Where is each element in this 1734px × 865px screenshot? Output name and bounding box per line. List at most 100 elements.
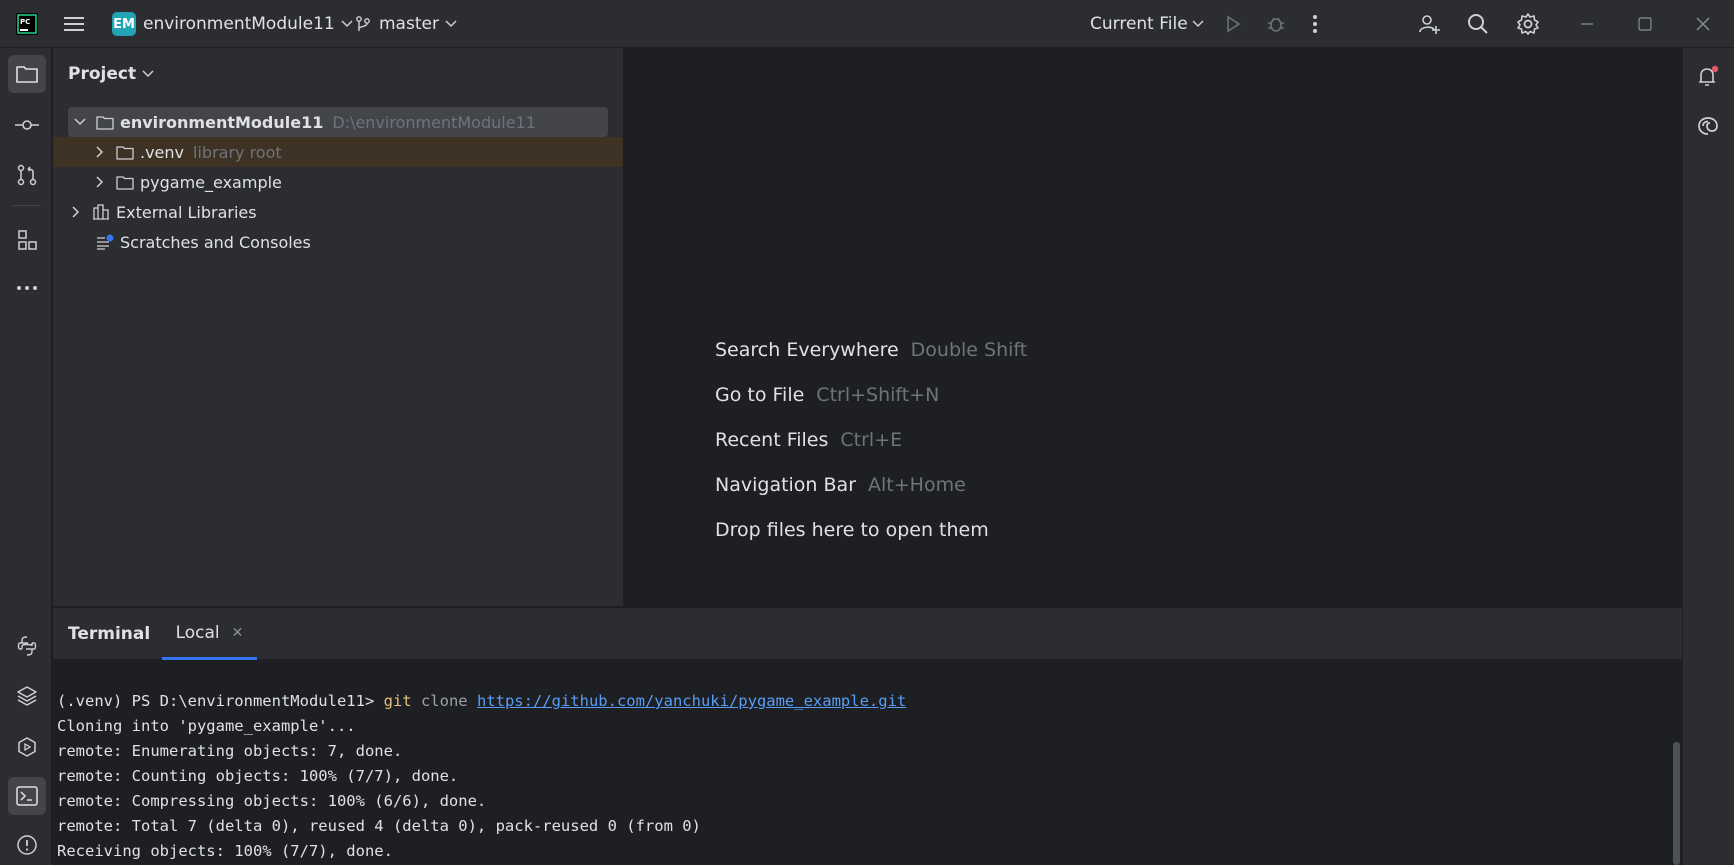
terminal-output-line: remote: Enumerating objects: 7, done. xyxy=(57,742,403,760)
hint-label: Search Everywhere xyxy=(715,339,899,361)
right-tool-rail xyxy=(1682,48,1734,865)
hint-shortcut: Alt+Home xyxy=(868,474,966,496)
problems-icon xyxy=(16,834,38,856)
terminal-tab-label: Local xyxy=(175,622,220,643)
left-tool-rail xyxy=(0,48,52,865)
python-packages-tool-button[interactable] xyxy=(8,677,46,715)
scratches-icon xyxy=(96,234,114,250)
git-branch-icon xyxy=(355,15,371,33)
hint-drop-files: Drop files here to open them xyxy=(715,519,989,541)
close-tab-icon[interactable]: ✕ xyxy=(232,625,244,641)
run-config-selector[interactable]: Current File xyxy=(1090,0,1204,48)
commit-tool-button[interactable] xyxy=(8,106,46,144)
more-horizontal-icon xyxy=(16,285,38,291)
chevron-right-icon[interactable] xyxy=(96,176,104,188)
project-tool-button[interactable] xyxy=(8,55,46,93)
more-actions-icon[interactable] xyxy=(1312,0,1318,48)
terminal-command: git xyxy=(383,692,412,710)
more-tools-button[interactable] xyxy=(8,269,46,307)
chevron-down-icon xyxy=(142,70,154,78)
problems-tool-button[interactable] xyxy=(8,826,46,864)
hint-go-to-file: Go to File Ctrl+Shift+N xyxy=(715,384,939,406)
hint-label: Recent Files xyxy=(715,429,829,451)
services-play-icon xyxy=(16,736,38,758)
tree-item-hint: library root xyxy=(193,142,282,162)
main-menu-icon[interactable] xyxy=(62,0,86,48)
run-icon[interactable] xyxy=(1224,0,1242,48)
project-name: environmentModule11 xyxy=(143,14,335,34)
close-window-icon[interactable] xyxy=(1696,0,1710,48)
hint-shortcut: Double Shift xyxy=(910,339,1028,361)
maximize-icon[interactable] xyxy=(1638,0,1652,48)
project-tool-window: Project environmentModule11 D:\environme… xyxy=(53,48,624,606)
tree-item-path: D:\environmentModule11 xyxy=(332,112,536,132)
terminal-title: Terminal xyxy=(68,624,151,644)
bell-icon xyxy=(1696,64,1720,88)
terminal-scrollbar[interactable] xyxy=(1673,742,1680,865)
project-badge: EM xyxy=(112,12,136,36)
terminal-icon xyxy=(16,786,38,806)
python-console-tool-button[interactable] xyxy=(8,627,46,665)
pycharm-logo-icon[interactable]: PC xyxy=(16,0,38,48)
run-config-label: Current File xyxy=(1090,14,1188,34)
minimize-icon[interactable] xyxy=(1580,0,1594,48)
library-icon xyxy=(92,204,110,220)
terminal-output-line: Receiving objects: 100% (7/7), done. xyxy=(57,842,393,860)
tree-item-venv[interactable]: .venv library root xyxy=(53,137,623,167)
terminal-output-line: Cloning into 'pygame_example'... xyxy=(57,717,356,735)
chevron-right-icon[interactable] xyxy=(96,146,104,158)
project-switcher[interactable]: EM environmentModule11 xyxy=(112,0,353,48)
hint-label: Go to File xyxy=(715,384,805,406)
terminal-command-arg: clone xyxy=(420,692,468,710)
search-icon[interactable] xyxy=(1466,0,1490,48)
terminal-output[interactable]: (.venv) PS D:\environmentModule11> git c… xyxy=(53,660,1682,865)
chevron-down-icon[interactable] xyxy=(74,118,86,126)
branch-name: master xyxy=(379,14,439,34)
terminal-tool-button[interactable] xyxy=(8,777,46,815)
folder-icon xyxy=(116,175,134,190)
rail-divider xyxy=(13,205,41,206)
svg-text:PC: PC xyxy=(20,18,30,26)
pull-requests-tool-button[interactable] xyxy=(8,156,46,194)
repo-url-link[interactable]: https://github.com/yanchuki/pygame_examp… xyxy=(477,692,906,710)
structure-icon xyxy=(16,229,38,251)
tree-item-pygame-example[interactable]: pygame_example xyxy=(53,167,282,197)
tree-item-root[interactable]: environmentModule11 D:\environmentModule… xyxy=(68,107,608,137)
hint-shortcut: Ctrl+Shift+N xyxy=(816,384,940,406)
chevron-down-icon xyxy=(341,20,353,28)
tree-item-external-libraries[interactable]: External Libraries xyxy=(53,197,257,227)
settings-gear-icon[interactable] xyxy=(1516,0,1540,48)
terminal-output-line: remote: Counting objects: 100% (7/7), do… xyxy=(57,767,459,785)
folder-icon xyxy=(96,115,114,130)
hint-recent-files: Recent Files Ctrl+E xyxy=(715,429,902,451)
tree-item-label: environmentModule11 xyxy=(120,112,324,132)
terminal-tab-local[interactable]: Local ✕ xyxy=(162,608,257,660)
pull-request-icon xyxy=(16,164,38,186)
chevron-right-icon[interactable] xyxy=(72,206,80,218)
tree-item-label: Scratches and Consoles xyxy=(120,232,311,252)
debug-icon[interactable] xyxy=(1266,0,1286,48)
terminal-command-line: (.venv) PS D:\environmentModule11> git c… xyxy=(57,692,906,710)
ai-assistant-button[interactable] xyxy=(1689,107,1727,145)
chevron-down-icon xyxy=(445,20,457,28)
terminal-output-line: remote: Compressing objects: 100% (6/6),… xyxy=(57,792,487,810)
tree-item-label: External Libraries xyxy=(116,202,257,222)
python-icon xyxy=(16,635,38,657)
add-user-icon[interactable] xyxy=(1417,0,1441,48)
project-view-selector[interactable]: Project xyxy=(68,64,154,84)
terminal-prompt: (.venv) PS D:\environmentModule11> xyxy=(57,692,384,710)
branch-switcher[interactable]: master xyxy=(355,0,457,48)
notifications-button[interactable] xyxy=(1689,57,1727,95)
structure-tool-button[interactable] xyxy=(8,221,46,259)
folder-icon xyxy=(116,145,134,160)
hint-label: Navigation Bar xyxy=(715,474,857,496)
terminal-output-line: remote: Total 7 (delta 0), reused 4 (del… xyxy=(57,817,701,835)
tree-item-label: pygame_example xyxy=(140,172,282,192)
hint-navigation-bar: Navigation Bar Alt+Home xyxy=(715,474,966,496)
tree-item-scratches[interactable]: Scratches and Consoles xyxy=(53,227,311,257)
hint-shortcut: Ctrl+E xyxy=(840,429,903,451)
ai-spiral-icon xyxy=(1696,114,1720,138)
services-tool-button[interactable] xyxy=(8,728,46,766)
hint-search-everywhere: Search Everywhere Double Shift xyxy=(715,339,1027,361)
tree-item-label: .venv xyxy=(140,142,185,162)
